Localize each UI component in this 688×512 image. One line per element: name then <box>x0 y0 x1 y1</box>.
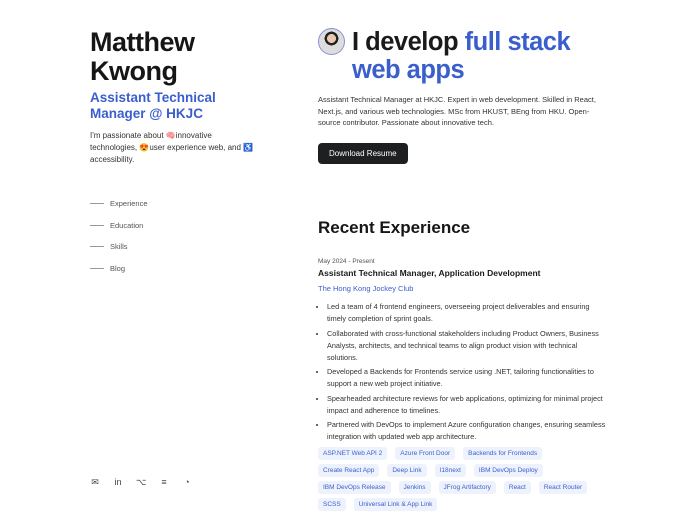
tech-tag: JFrog Artifactory <box>438 481 496 494</box>
rss-icon[interactable]: ◔ <box>182 477 192 487</box>
job-date: May 2024 - Present <box>318 258 375 265</box>
section-nav: Experience Education Skills Blog <box>90 193 148 279</box>
hero: I develop full stack web apps Assistant … <box>318 28 608 164</box>
nav-label: Blog <box>110 263 126 273</box>
hero-heading: I develop full stack web apps <box>352 28 608 84</box>
linkedin-icon[interactable]: in <box>113 477 123 487</box>
tech-tag: Backends for Frontends <box>463 447 543 460</box>
tech-tag: Universal Link & App Link <box>353 498 438 511</box>
section-title: Recent Experience <box>318 218 471 237</box>
avatar <box>318 28 345 55</box>
list-item: Led a team of 4 frontend engineers, over… <box>327 301 608 325</box>
nav-line <box>90 224 104 226</box>
tech-tag: SCSS <box>318 498 346 511</box>
tech-tag: I18next <box>434 464 466 477</box>
nav-label: Education <box>110 220 144 230</box>
download-resume-button[interactable]: Download Resume <box>318 142 408 164</box>
nav-label: Experience <box>110 199 148 209</box>
list-item: Developed a Backends for Frontends servi… <box>327 366 608 390</box>
nav-line <box>90 203 104 205</box>
tech-tag: IBM DevOps Deploy <box>473 464 543 477</box>
nav-item-skills[interactable]: Skills <box>90 236 148 258</box>
tech-tag: React Router <box>538 481 588 494</box>
experience-section: Recent Experience May 2024 - Present Ass… <box>318 218 608 511</box>
tech-tag: Jenkins <box>398 481 431 494</box>
tech-tag: ASP.NET Web API 2 <box>318 447 388 460</box>
job-bullets: Led a team of 4 frontend engineers, over… <box>318 301 608 443</box>
stackoverflow-icon[interactable]: ≡ <box>159 477 169 487</box>
nav-line <box>90 246 104 248</box>
tech-tag: IBM DevOps Release <box>318 481 391 494</box>
heading-plain: I develop <box>352 28 465 56</box>
tech-tags: ASP.NET Web API 2 Azure Front Door Backend… <box>318 447 608 511</box>
nav-item-education[interactable]: Education <box>90 215 148 237</box>
tech-tag: React <box>503 481 531 494</box>
social-links: ✉ in ⌥ ≡ ◔ <box>90 477 192 487</box>
github-icon[interactable]: ⌥ <box>136 477 146 487</box>
profile-name: Matthew Kwong <box>90 27 195 86</box>
nav-line <box>90 267 104 269</box>
list-item: Partnered with DevOps to implement Azure… <box>327 419 608 443</box>
list-item: Spearheaded architecture reviews for web… <box>327 393 608 417</box>
tech-tag: Azure Front Door <box>395 447 456 460</box>
profile: Matthew Kwong Assistant Technical Manage… <box>90 28 260 166</box>
hero-bio: Assistant Technical Manager at HKJC. Exp… <box>318 95 596 127</box>
nav-item-experience[interactable]: Experience <box>90 193 148 215</box>
profile-role: Assistant Technical Manager @ HKJC <box>90 90 216 121</box>
job-title: Assistant Technical Manager, Application… <box>318 268 541 278</box>
mail-icon[interactable]: ✉ <box>90 477 100 487</box>
profile-intro: I'm passionate about 🧠innovative technol… <box>90 131 254 164</box>
nav-item-blog[interactable]: Blog <box>90 258 148 280</box>
list-item: Collaborated with cross-functional stake… <box>327 328 608 364</box>
nav-label: Skills <box>110 242 128 252</box>
company-link[interactable]: The Hong Kong Jockey Club <box>318 284 608 293</box>
tech-tag: Create React App <box>318 464 380 477</box>
tech-tag: Deep Link <box>387 464 427 477</box>
